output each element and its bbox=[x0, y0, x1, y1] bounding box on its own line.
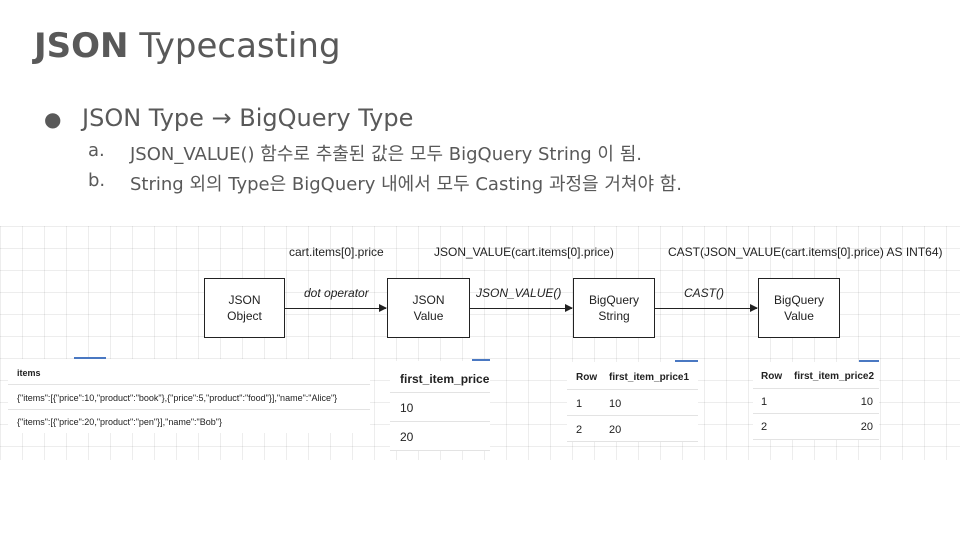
bullet-sub-b-label: b. bbox=[88, 170, 106, 191]
bullet-sub-a-label: a. bbox=[88, 140, 105, 161]
bullet-sub-a: a. JSON_VALUE() 함수로 추출된 값은 모두 BigQuery S… bbox=[44, 140, 944, 170]
bullet-sub-b: b. String 외의 Type은 BigQuery 내에서 모두 Casti… bbox=[44, 170, 944, 200]
box-bigquery-string: BigQuery String bbox=[573, 278, 655, 338]
bullet-main-text: JSON Type → BigQuery Type bbox=[82, 104, 414, 132]
table-cell-value: 20 bbox=[609, 424, 622, 436]
arrow-label-dot-operator: dot operator bbox=[304, 286, 369, 300]
table-items: items {"items":[{"price":10,"product":"b… bbox=[8, 357, 370, 433]
arrow-label-cast: CAST() bbox=[684, 286, 724, 300]
table-cell-row-number: 1 bbox=[761, 396, 768, 408]
table-header: items bbox=[8, 359, 370, 385]
table-cell-value: 10 bbox=[860, 396, 873, 408]
box-json-value-line1: JSON bbox=[412, 293, 445, 307]
bullet-sub-a-text: JSON_VALUE() 함수로 추출된 값은 모두 BigQuery Stri… bbox=[130, 144, 642, 165]
table-row: {"items":[{"price":20,"product":"pen"}],… bbox=[8, 410, 370, 433]
table-cell-row-number: 2 bbox=[761, 421, 768, 433]
table-cell-row-number: 2 bbox=[576, 424, 583, 436]
table-header: first_item_price bbox=[390, 361, 490, 393]
table-row: 2 20 bbox=[753, 414, 879, 440]
bullet-list: ● JSON Type → BigQuery Type a. JSON_VALU… bbox=[44, 104, 944, 200]
table-first-item-price1: Row first_item_price1 1 10 2 20 bbox=[567, 360, 698, 442]
table-cell-row-number: 1 bbox=[576, 398, 583, 410]
table-header: Row first_item_price2 bbox=[753, 362, 879, 389]
arrow-icon-json-value bbox=[470, 304, 573, 312]
box-bigquery-string-line1: BigQuery bbox=[588, 293, 640, 307]
box-bigquery-value-line1: BigQuery bbox=[773, 293, 825, 307]
box-bigquery-value-line2: Value bbox=[784, 309, 814, 323]
table-cell-value: 10 bbox=[400, 401, 414, 415]
column-header-first-item-price1: first_item_price1 bbox=[609, 372, 690, 383]
table-row: 1 10 bbox=[567, 390, 698, 416]
box-json-object-line2: Object bbox=[227, 309, 262, 323]
box-json-object: JSON Object bbox=[204, 278, 285, 338]
box-bigquery-value: BigQuery Value bbox=[758, 278, 840, 338]
column-header-items: items bbox=[17, 368, 41, 378]
arrow-label-json-value: JSON_VALUE() bbox=[476, 286, 562, 300]
arrow-icon-dot-operator bbox=[285, 304, 387, 312]
table-cell-value: 10 bbox=[609, 398, 622, 410]
table-cell-json: {"items":[{"price":20,"product":"pen"}],… bbox=[17, 417, 222, 427]
table-header: Row first_item_price1 bbox=[567, 362, 698, 390]
bullet-dot-icon: ● bbox=[44, 107, 62, 131]
bullet-main: ● JSON Type → BigQuery Type bbox=[44, 104, 944, 140]
table-first-item-price2: Row first_item_price2 1 10 2 20 bbox=[753, 360, 879, 440]
column-header-row: Row bbox=[576, 372, 598, 383]
box-json-value-line2: Value bbox=[413, 309, 444, 323]
table-row: 10 bbox=[390, 393, 490, 422]
table-cell-value: 20 bbox=[860, 421, 873, 433]
title-rest: Typecasting bbox=[139, 26, 341, 66]
column-header-row: Row bbox=[761, 371, 783, 382]
label-dot-path: cart.items[0].price bbox=[289, 245, 384, 259]
typecasting-diagram: cart.items[0].price JSON_VALUE(cart.item… bbox=[0, 226, 960, 460]
table-first-item-price: first_item_price 10 20 bbox=[390, 359, 490, 451]
table-row: 2 20 bbox=[567, 416, 698, 442]
box-json-value: JSON Value bbox=[387, 278, 470, 338]
table-cell-json: {"items":[{"price":10,"product":"book"},… bbox=[17, 393, 338, 403]
column-header-first-item-price: first_item_price bbox=[400, 372, 490, 386]
arrow-icon-cast bbox=[655, 304, 758, 312]
box-bigquery-string-line2: String bbox=[598, 309, 630, 323]
bullet-sub-b-text: String 외의 Type은 BigQuery 내에서 모두 Casting … bbox=[130, 174, 683, 195]
table-cell-value: 20 bbox=[400, 430, 414, 444]
box-json-object-line1: JSON bbox=[228, 293, 261, 307]
column-header-first-item-price2: first_item_price2 bbox=[794, 371, 875, 382]
label-json-value-call: JSON_VALUE(cart.items[0].price) bbox=[434, 245, 614, 259]
label-cast-call: CAST(JSON_VALUE(cart.items[0].price) AS … bbox=[668, 245, 943, 259]
slide-title: JSON Typecasting bbox=[34, 26, 341, 66]
table-row: 20 bbox=[390, 422, 490, 451]
table-row: 1 10 bbox=[753, 389, 879, 414]
table-row: {"items":[{"price":10,"product":"book"},… bbox=[8, 385, 370, 410]
title-bold: JSON bbox=[34, 26, 129, 66]
